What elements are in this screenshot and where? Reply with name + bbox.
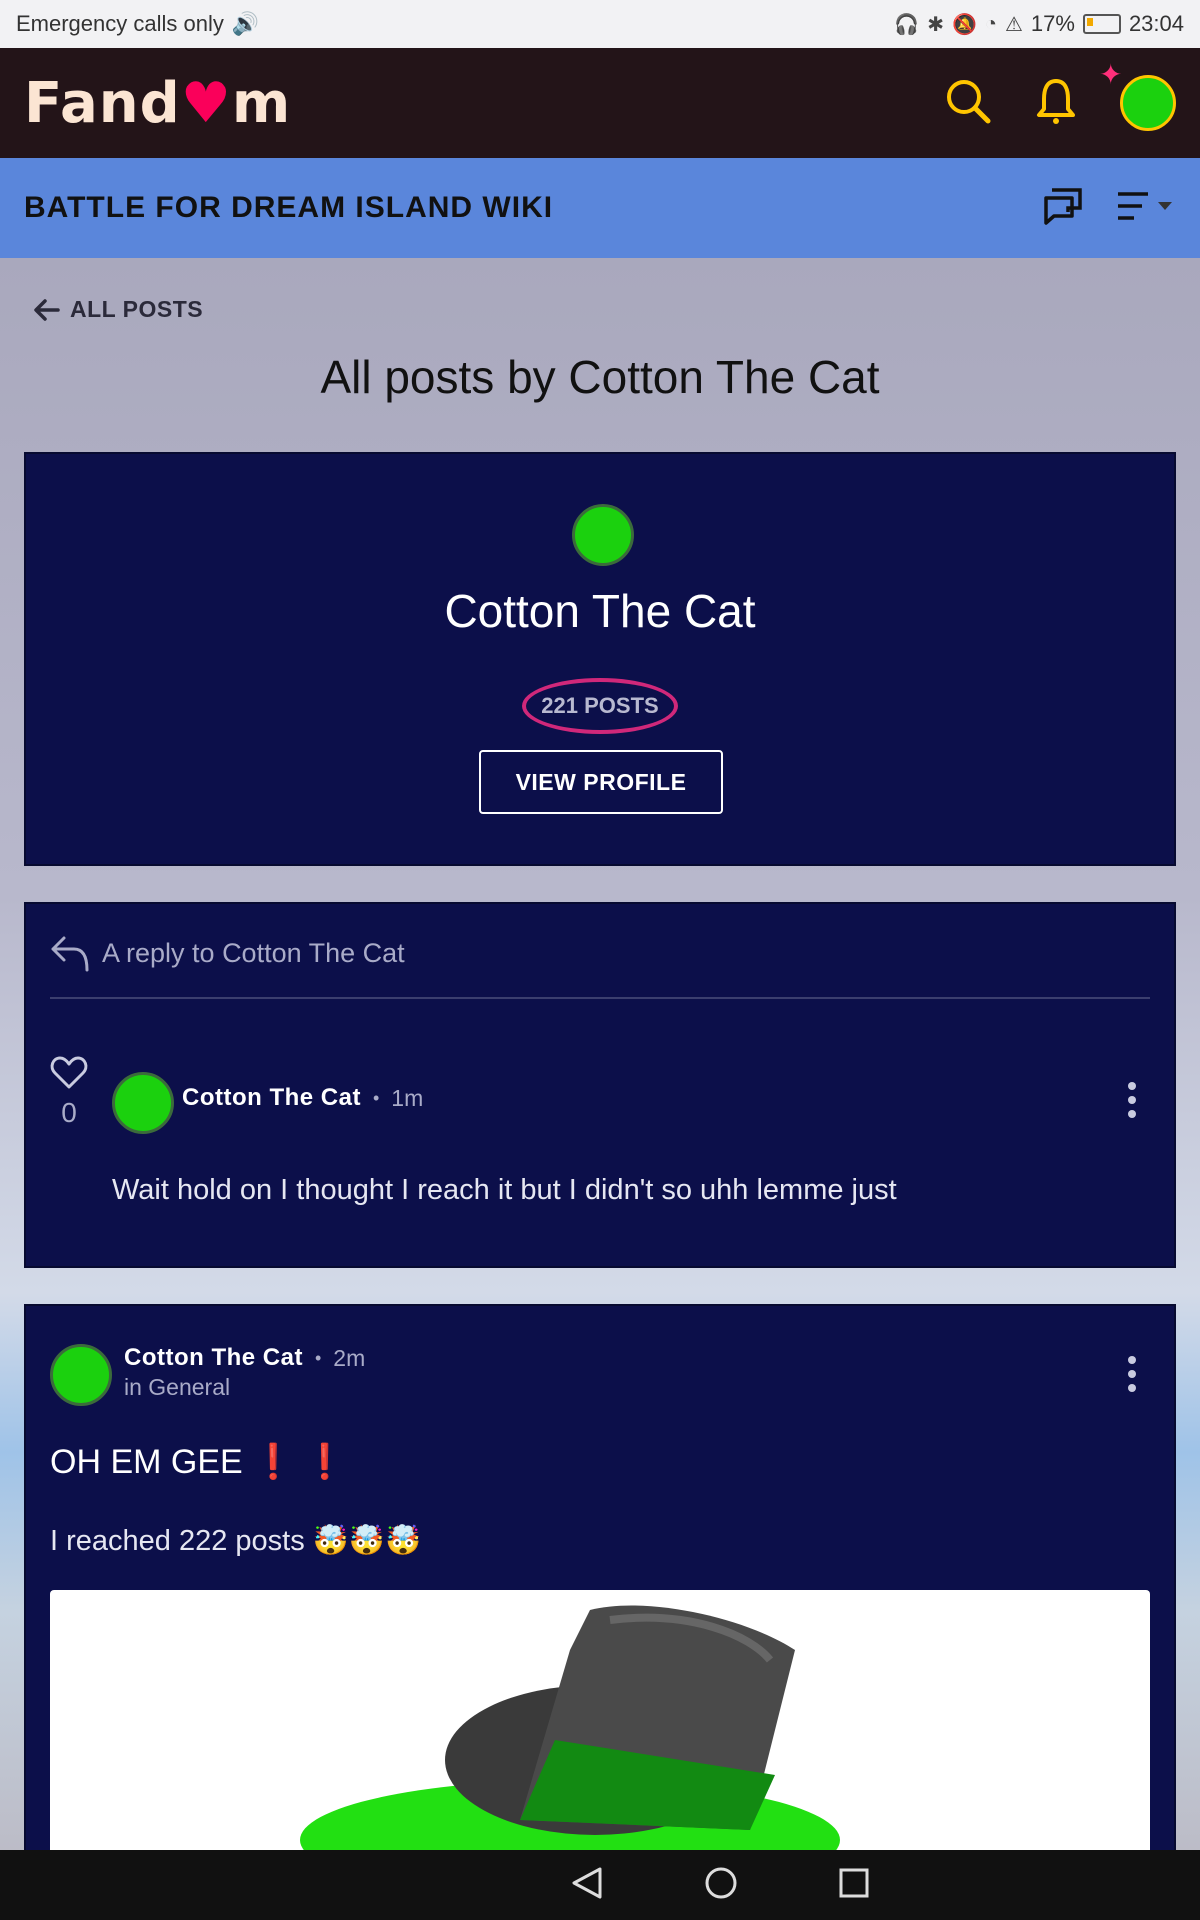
author-name[interactable]: Cotton The Cat: [182, 1084, 361, 1112]
like-control[interactable]: 0: [50, 1056, 88, 1129]
reply-text: Wait hold on I thought I reach it but I …: [112, 1174, 897, 1206]
chat-icon[interactable]: [1042, 186, 1084, 231]
battery-percent: 17%: [1030, 11, 1075, 36]
volume-icon: 🔊: [231, 11, 260, 36]
carrier-status: Emergency calls only: [16, 11, 224, 36]
post-card[interactable]: Cotton The Cat • 2m in General OH EM GEE…: [24, 1304, 1176, 1890]
all-posts-label: ALL POSTS: [70, 296, 204, 322]
like-count: 0: [61, 1097, 77, 1128]
reply-post-card[interactable]: A reply to Cotton The Cat 0 Cotton The C…: [24, 902, 1176, 1268]
post-count-badge: 221 POSTS: [522, 678, 678, 734]
wifi-icon: ◔: [984, 12, 997, 35]
exclamation-emoji: ❗ ❗: [252, 1443, 347, 1481]
post-category[interactable]: in General: [124, 1374, 230, 1401]
fandom-header: Fand♥m ✦: [0, 48, 1200, 158]
headphones-icon: 🎧: [894, 13, 920, 36]
flame-heart-icon: ♥: [180, 70, 232, 136]
heart-icon[interactable]: [50, 1056, 88, 1090]
wiki-header: BATTLE FOR DREAM ISLAND WIKI: [0, 158, 1200, 258]
bluetooth-icon: ✱: [927, 13, 944, 36]
back-nav-icon[interactable]: [570, 1866, 604, 1905]
back-arrow-icon: [34, 298, 60, 321]
menu-icon[interactable]: [1116, 189, 1176, 228]
bell-icon[interactable]: [1036, 77, 1076, 130]
reply-header-text: A reply to Cotton The Cat: [102, 937, 405, 968]
alert-icon: ⚠: [1004, 13, 1023, 36]
profile-name: Cotton The Cat: [444, 585, 756, 637]
page-title: All posts by Cotton The Cat: [320, 351, 880, 403]
post-time: 1m: [391, 1084, 424, 1111]
system-nav-bar: [0, 1850, 1200, 1920]
wiki-title[interactable]: BATTLE FOR DREAM ISLAND WIKI: [24, 191, 553, 225]
reply-icon: [51, 936, 89, 972]
view-profile-button[interactable]: VIEW PROFILE: [479, 750, 723, 814]
exploding-head-emoji: 🤯🤯🤯: [312, 1525, 422, 1557]
profile-avatar: [572, 504, 634, 566]
author-avatar[interactable]: [50, 1344, 112, 1406]
divider: [50, 997, 1150, 999]
search-icon[interactable]: [944, 77, 992, 130]
top-hat-image: [300, 1605, 840, 1890]
author-name[interactable]: Cotton The Cat: [124, 1344, 303, 1372]
more-vertical-icon[interactable]: [1126, 1082, 1138, 1118]
battery-icon: [1082, 14, 1121, 34]
mute-icon: 🔕: [951, 13, 977, 36]
user-avatar[interactable]: ✦: [1099, 59, 1176, 131]
home-nav-icon[interactable]: [704, 1866, 738, 1905]
separator-dot: •: [372, 1087, 380, 1108]
reply-header[interactable]: A reply to Cotton The Cat: [50, 934, 405, 972]
separator-dot: •: [314, 1347, 322, 1368]
all-posts-link[interactable]: ALL POSTS: [34, 296, 203, 323]
status-bar: Emergency calls only 🔊 🎧 ✱ 🔕 ◔ ⚠ 17% 23:…: [0, 0, 1200, 48]
profile-card: Cotton The Cat 221 POSTS VIEW PROFILE: [24, 452, 1176, 866]
post-title: OH EM GEE ❗ ❗: [50, 1443, 347, 1481]
post-body: I reached 222 posts 🤯🤯🤯: [50, 1525, 422, 1557]
more-vertical-icon[interactable]: [1126, 1356, 1138, 1392]
sparkle-icon: ✦: [1099, 59, 1123, 90]
post-image[interactable]: [50, 1590, 1150, 1890]
clock: 23:04: [1128, 11, 1184, 36]
recents-nav-icon[interactable]: [838, 1867, 870, 1904]
author-avatar[interactable]: [112, 1072, 174, 1134]
fandom-logo[interactable]: Fand♥m: [24, 71, 291, 136]
post-time: 2m: [333, 1344, 366, 1371]
